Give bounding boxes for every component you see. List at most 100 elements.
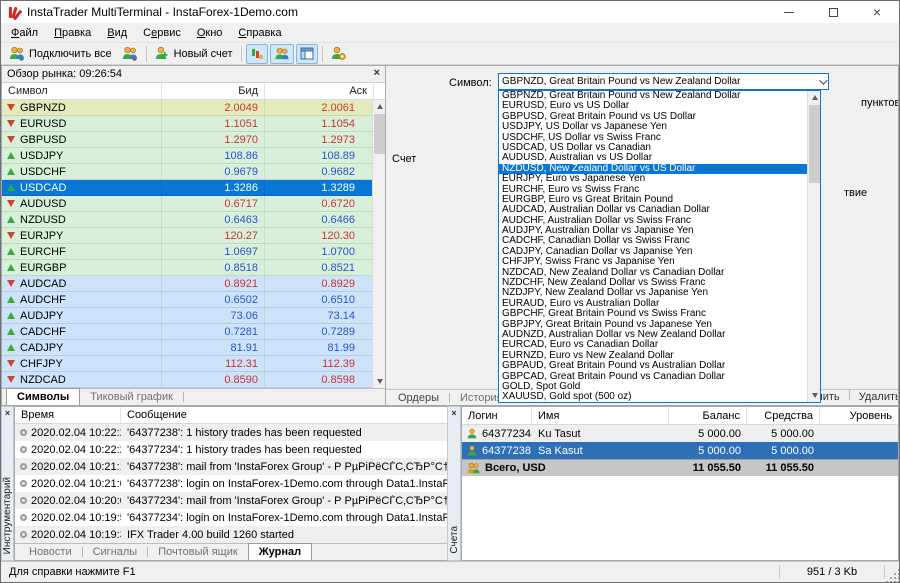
accounts-close-icon[interactable]: × [451,408,456,418]
bottom-area: × Инструментарий Время Сообщение 2020.02… [1,406,899,561]
ask-value: 120.30 [265,228,361,243]
menu-item-Вид[interactable]: Вид [99,25,135,41]
tab-signals[interactable]: Сигналы [83,544,148,560]
arrow-down-icon [7,280,15,287]
journal-row[interactable]: 2020.02.04 10:22:2...'64377234': 1 histo… [15,441,518,458]
market-watch-toggle[interactable] [246,44,268,64]
journal-row[interactable]: 2020.02.04 10:20:0...'64377234': mail fr… [15,492,518,509]
column-balance[interactable]: Баланс [669,407,747,424]
person-plus-icon [155,46,170,61]
menu-item-Справка[interactable]: Справка [230,25,289,41]
orders-panel: Символ: GBPNZD, Great Britain Pound vs N… [386,65,899,406]
scrollbar-thumb[interactable] [374,114,385,154]
market-row-NZDCAD[interactable]: NZDCAD0.85900.8598 [2,372,372,388]
market-row-NZDUSD[interactable]: NZDUSD0.64630.6466 [2,212,372,228]
bid-value: 0.7281 [162,324,265,339]
arrow-down-icon [7,360,15,367]
market-row-AUDUSD[interactable]: AUDUSD0.67170.6720 [2,196,372,212]
market-row-AUDCAD[interactable]: AUDCAD0.89210.8929 [2,276,372,292]
market-row-USDJPY[interactable]: USDJPY108.86108.89 [2,148,372,164]
tab-orders[interactable]: Ордеры [388,390,449,405]
journal-row[interactable]: 2020.02.04 10:19:3...IFX Trader 4.00 bui… [15,526,518,543]
toolbar: Подключить все Новый счет [1,42,899,65]
accounts-toggle[interactable] [270,44,294,64]
column-ask[interactable]: Аск [265,83,374,100]
connect-all-button[interactable]: Подключить все [4,43,117,64]
main-area: Обзор рынка: 09:26:54 × Символ Бид Аск G… [1,65,899,406]
journal-row[interactable]: 2020.02.04 10:21:0...'64377238': login o… [15,475,518,492]
disconnect-all-button[interactable] [117,43,143,64]
menu-item-Правка[interactable]: Правка [46,25,99,41]
resize-grip[interactable] [885,568,899,582]
tab-tick-chart[interactable]: Тиковый график [80,389,183,405]
market-row-AUDJPY[interactable]: AUDJPY73.0673.14 [2,308,372,324]
arrow-down-icon [7,200,15,207]
dropdown-item-GBPAUD[interactable]: GBPAUD, Great Britain Pound vs Australia… [499,361,807,371]
journal-header: Время Сообщение [15,407,518,424]
ask-value: 0.6720 [265,196,361,211]
column-bid[interactable]: Бид [162,83,265,100]
delete-button[interactable]: Удалить [859,391,899,403]
close-button[interactable]: × [855,1,899,23]
scroll-down-icon[interactable] [373,375,386,388]
market-row-CADCHF[interactable]: CADCHF0.72810.7289 [2,324,372,340]
market-row-EURUSD[interactable]: EURUSD1.10511.1054 [2,116,372,132]
account-settings-button[interactable] [326,43,351,64]
column-login[interactable]: Логин [462,407,532,424]
dropdown-item-EURJPY[interactable]: EURJPY, Euro vs Japanese Yen [499,174,807,184]
journal-row[interactable]: 2020.02.04 10:19:5...'64377234': login o… [15,509,518,526]
market-row-EURJPY[interactable]: EURJPY120.27120.30 [2,228,372,244]
column-equity[interactable]: Средства [747,407,820,424]
scroll-up-icon[interactable] [373,100,386,113]
minimize-icon [784,12,794,13]
journal-row[interactable]: 2020.02.04 10:21:1...'64377238': mail fr… [15,458,518,475]
market-row-GBPUSD[interactable]: GBPUSD1.29701.2973 [2,132,372,148]
arrow-down-icon [7,120,15,127]
menu-item-Файл[interactable]: Файл [3,25,46,41]
column-name[interactable]: Имя [532,407,669,424]
market-row-GBPNZD[interactable]: GBPNZD2.00492.0061 [2,100,372,116]
menu-item-Окно[interactable]: Окно [189,25,231,41]
market-row-EURCHF[interactable]: EURCHF1.06971.0700 [2,244,372,260]
journal-row[interactable]: 2020.02.04 10:22:2...'64377238': 1 histo… [15,424,518,441]
maximize-button[interactable] [811,1,855,23]
column-level[interactable]: Уровень [820,407,898,424]
tab-symbols[interactable]: Символы [6,388,80,405]
market-watch-scrollbar[interactable] [372,100,385,388]
column-time[interactable]: Время [15,407,121,423]
tab-journal[interactable]: Журнал [248,543,312,560]
market-row-USDCAD[interactable]: USDCAD1.32861.3289 [2,180,372,196]
menubar: ФайлПравкаВидСервисОкноСправка [1,23,899,42]
account-row-64377238[interactable]: 64377238Sa Kasut5 000.005 000.00 [462,442,898,459]
tab-news[interactable]: Новости [19,544,82,560]
account-row-64377234[interactable]: 64377234Ku Tasut5 000.005 000.00 [462,425,898,442]
dropdown-item-USDJPY[interactable]: USDJPY, US Dollar vs Japanese Yen [499,122,807,132]
new-account-button[interactable]: Новый счет [150,43,238,64]
symbols-icon [250,47,264,61]
minimize-button[interactable] [767,1,811,23]
symbol-name: GBPUSD [20,134,66,146]
market-row-CADJPY[interactable]: CADJPY81.9181.99 [2,340,372,356]
symbol-combobox[interactable]: GBPNZD, Great Britain Pound vs New Zeala… [498,73,829,90]
scroll-up-icon[interactable] [808,91,821,104]
terminal-close-icon[interactable]: × [5,408,10,418]
column-symbol[interactable]: Символ [2,83,162,100]
symbol-name: AUDCAD [20,278,66,290]
dropdown-scrollbar[interactable] [807,91,820,402]
market-row-CHFJPY[interactable]: CHFJPY112.31112.39 [2,356,372,372]
total-equity: 11 055.50 [747,462,820,474]
scrollbar-thumb[interactable] [809,105,820,183]
scroll-down-icon[interactable] [808,389,821,402]
market-row-AUDCHF[interactable]: AUDCHF0.65020.6510 [2,292,372,308]
market-watch-caption: Обзор рынка: 09:26:54 × [2,66,385,83]
layout-toggle[interactable] [296,44,318,64]
bid-value: 0.6502 [162,292,265,307]
market-row-USDCHF[interactable]: USDCHF0.96790.9682 [2,164,372,180]
symbol-dropdown-items: GBPNZD, Great Britain Pound vs New Zeala… [499,91,807,402]
market-row-EURGBP[interactable]: EURGBP0.85180.8521 [2,260,372,276]
bid-value: 81.91 [162,340,265,355]
dropdown-item-XAUUSD[interactable]: XAUUSD, Gold spot (500 oz) [499,392,807,402]
tab-mailbox[interactable]: Почтовый ящик [148,544,247,560]
menu-item-Сервис[interactable]: Сервис [135,25,189,41]
market-watch-close-icon[interactable]: × [374,68,380,79]
